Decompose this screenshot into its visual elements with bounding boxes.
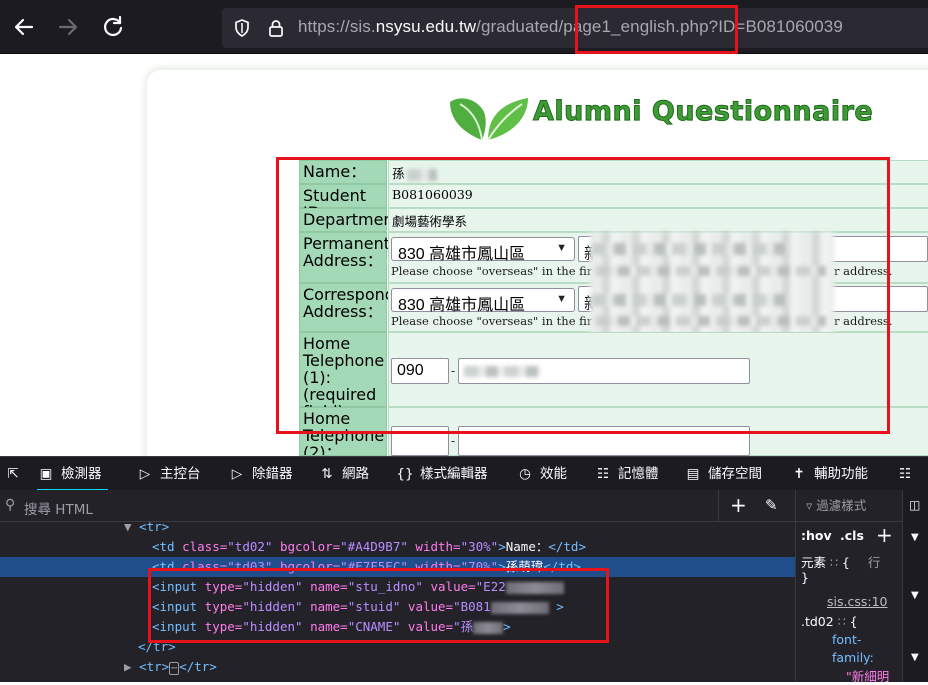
html-search-input[interactable]: 搜尋 HTML (24, 498, 93, 518)
more-tabs-icon[interactable]: ☷ (896, 457, 928, 491)
tree-line[interactable]: ▼ <tr> (124, 522, 169, 537)
filter-styles-input[interactable]: ▿ 過濾樣式 (796, 490, 902, 522)
leaf-logo-icon (448, 82, 530, 144)
cls-toggle[interactable]: .cls (840, 528, 864, 543)
inspector-icon: ▣ (39, 466, 53, 482)
style-editor-icon: {} (396, 466, 414, 482)
add-node-icon[interactable]: + (730, 493, 747, 517)
rule-view-sidebar: ◫ ▼ ▼ ▼ (902, 490, 928, 682)
chevron-down-icon[interactable]: ▼ (911, 532, 919, 543)
page-title: Alumni Questionnaire (532, 96, 874, 128)
memory-icon: ☷ (596, 466, 610, 482)
tree-line[interactable]: <td class="td02" bgcolor="#A4D9B7" width… (152, 537, 586, 557)
css-property[interactable]: font- (832, 632, 861, 647)
tab-network[interactable]: ⇅ 網路 (318, 457, 369, 491)
panel-toggle-icon[interactable]: ◫ (909, 498, 920, 512)
tab-style-editor[interactable]: {} 樣式編輯器 (396, 457, 487, 491)
tab-accessibility[interactable]: ✝ 輔助功能 (790, 457, 868, 491)
chevron-down-icon[interactable]: ▼ (911, 590, 919, 601)
phone-dash: - (451, 434, 456, 448)
css-value[interactable]: "新細明 (846, 666, 889, 685)
reload-icon[interactable] (99, 13, 127, 41)
td02-rule: .td02 ∷ { (801, 614, 858, 629)
tab-console[interactable]: ▷ 主控台 (136, 457, 201, 491)
element-rule: 元素 ∷ {行 (801, 555, 881, 570)
html-search-bar[interactable]: ⚲ 搜尋 HTML + ✎ (0, 490, 795, 522)
storage-icon: ▤ (686, 466, 700, 482)
search-icon: ⚲ (5, 497, 16, 513)
performance-icon: ◷ (519, 466, 531, 482)
tree-line[interactable]: ▶ <tr> (124, 677, 169, 682)
form-highlight-box (276, 157, 890, 434)
tab-inspector[interactable]: ▣ 檢測器 (37, 457, 108, 491)
tab-performance[interactable]: ◷ 效能 (516, 457, 567, 491)
chevron-down-icon[interactable]: ▼ (911, 652, 919, 663)
console-icon: ▷ (139, 466, 151, 482)
hidden-inputs-highlight-box (148, 568, 609, 643)
tree-line[interactable]: ▶ <tr> ⋯ </tr> (124, 657, 217, 677)
back-arrow-icon[interactable] (10, 13, 38, 41)
url-text[interactable]: https://sis.nsysu.edu.tw/graduated/page1… (298, 17, 843, 37)
browser-toolbar: https://sis.nsysu.edu.tw/graduated/page1… (0, 0, 928, 54)
stylesheet-link[interactable]: sis.css:10 (827, 594, 888, 609)
tab-storage[interactable]: ▤ 儲存空間 (684, 457, 762, 491)
eyedropper-icon[interactable]: ✎ (765, 496, 778, 514)
url-highlight-box (575, 5, 738, 54)
tab-debugger[interactable]: ▷ 除錯器 (228, 457, 293, 491)
css-property-2[interactable]: family: (832, 650, 874, 665)
accessibility-icon: ✝ (793, 466, 805, 482)
shield-icon[interactable] (232, 18, 252, 38)
forward-arrow-icon[interactable] (54, 13, 82, 41)
element-picker-icon[interactable]: ⇱ (4, 457, 32, 491)
element-rule-close: } (801, 570, 809, 585)
tab-memory[interactable]: ☷ 記憶體 (594, 457, 659, 491)
html-tree: ▼ <tr> <td class="td02" bgcolor="#A4D9B7… (0, 522, 795, 682)
filter-icon: ▿ (806, 498, 813, 513)
devtools-tab-bar: ⇱ ▣ 檢測器 ▷ 主控台 ▷ 除錯器 ⇅ 網路 {} 樣式編輯器 ◷ 效能 ☷ 記憶體 ▤ 儲… (0, 456, 928, 491)
network-icon: ⇅ (321, 466, 333, 482)
debugger-icon: ▷ (231, 466, 243, 482)
hov-toggle[interactable]: :hov (801, 528, 832, 543)
add-rule-icon[interactable]: + (876, 523, 893, 547)
lock-icon[interactable] (266, 18, 286, 38)
